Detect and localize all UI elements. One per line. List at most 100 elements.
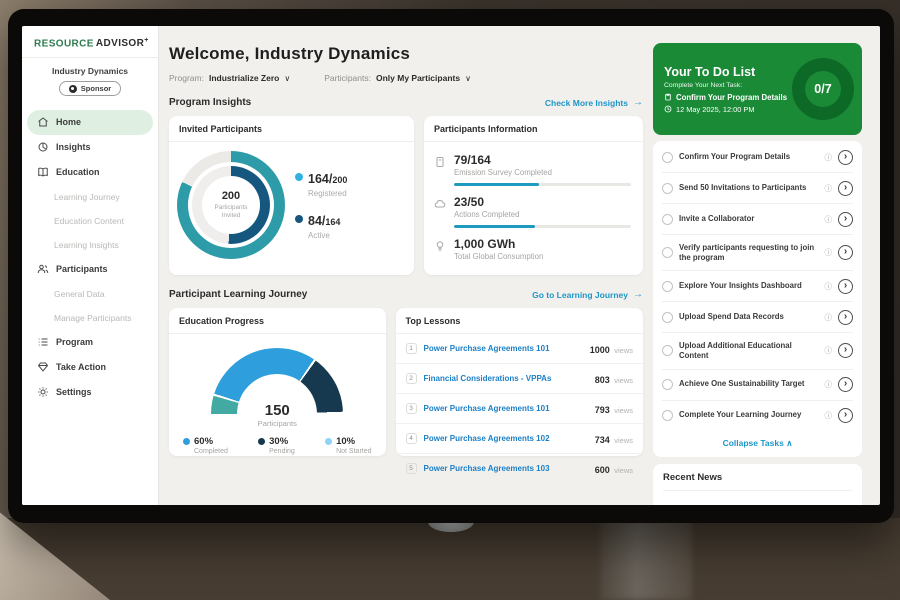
sidebar-item-education[interactable]: Education: [27, 160, 153, 185]
learning-cards-row: Education Progress 150 Participants 60% …: [169, 308, 643, 456]
check-more-insights-link[interactable]: Check More Insights →: [545, 97, 643, 108]
task-checkbox[interactable]: [662, 345, 673, 356]
sidebar-item-take-action[interactable]: Take Action: [27, 355, 153, 380]
task-checkbox[interactable]: [662, 379, 673, 390]
task-checkbox[interactable]: [662, 410, 673, 421]
participants-filter[interactable]: Participants: Only My Participants ∨: [324, 73, 471, 83]
chevron-down-icon: ∨: [284, 74, 290, 83]
recent-news-title: Recent News: [663, 472, 852, 491]
todo-subtitle: Complete Your Next Task:: [664, 82, 792, 89]
sidebar-item-participants[interactable]: Participants: [27, 257, 153, 282]
lesson-rank: 2: [406, 373, 417, 384]
lesson-rank: 3: [406, 403, 417, 414]
book-icon: [37, 166, 49, 178]
info-icon: ⓘ: [825, 183, 833, 194]
page-title: Welcome, Industry Dynamics: [169, 44, 643, 64]
sponsor-badge[interactable]: Sponsor: [59, 81, 121, 96]
todo-progress-ring: 0/7: [792, 58, 854, 120]
task-row[interactable]: Explore Your Insights Dashboard ⓘ ›: [662, 271, 853, 302]
insights-icon: [37, 141, 49, 153]
lightbulb-icon: [434, 240, 446, 252]
task-checkbox[interactable]: [662, 312, 673, 323]
lesson-row: 2 Financial Considerations - VPPAs 803 v…: [396, 364, 643, 394]
progress-bar: [454, 183, 631, 186]
legend-dot: [295, 173, 303, 181]
task-chevron-button[interactable]: ›: [838, 310, 853, 325]
chevron-down-icon: ∨: [465, 74, 471, 83]
lesson-link[interactable]: Financial Considerations - VPPAs: [424, 374, 588, 383]
task-checkbox[interactable]: [662, 214, 673, 225]
sidebar-item-home[interactable]: Home: [27, 110, 153, 135]
program-insights-header: Program Insights Check More Insights →: [169, 97, 643, 108]
app-logo: RESOURCEADVISOR+: [22, 26, 158, 58]
lesson-rank: 1: [406, 343, 417, 354]
task-row[interactable]: Upload Spend Data Records ⓘ ›: [662, 302, 853, 333]
legend-item-active: 84/164 Active: [295, 212, 347, 240]
filter-bar: Program: Industrialize Zero ∨ Participan…: [169, 73, 643, 83]
sidebar-item-general-data[interactable]: General Data: [27, 282, 153, 306]
task-row[interactable]: Upload Additional Educational Content ⓘ …: [662, 333, 853, 369]
progress-bar: [454, 225, 631, 228]
sidebar-item-learning-journey[interactable]: Learning Journey: [27, 185, 153, 209]
task-chevron-button[interactable]: ›: [838, 377, 853, 392]
lesson-link[interactable]: Power Purchase Agreements 103: [424, 464, 588, 473]
logo-plus: +: [144, 37, 149, 44]
main-content: Welcome, Industry Dynamics Program: Indu…: [159, 26, 651, 505]
lesson-link[interactable]: Power Purchase Agreements 101: [424, 344, 583, 353]
sidebar-item-program[interactable]: Program: [27, 330, 153, 355]
todo-progress-value: 0/7: [814, 82, 831, 96]
task-checkbox[interactable]: [662, 247, 673, 258]
task-chevron-button[interactable]: ›: [838, 181, 853, 196]
sidebar-item-insights[interactable]: Insights: [27, 135, 153, 160]
participants-icon: [37, 263, 49, 275]
sidebar-item-learning-insights[interactable]: Learning Insights: [27, 233, 153, 257]
task-chevron-button[interactable]: ›: [838, 150, 853, 165]
task-chevron-button[interactable]: ›: [838, 245, 853, 260]
donut-ring-outer: 200 Participants Invited: [177, 151, 285, 259]
task-checkbox[interactable]: [662, 152, 673, 163]
task-row[interactable]: Achieve One Sustainability Target ⓘ ›: [662, 370, 853, 401]
task-checkbox[interactable]: [662, 281, 673, 292]
chevron-up-icon: ∧: [786, 438, 792, 448]
task-row[interactable]: Invite a Collaborator ⓘ ›: [662, 204, 853, 235]
metric-global-consumption: 1,000 GWh Total Global Consumption: [434, 232, 631, 265]
info-icon: ⓘ: [825, 312, 833, 323]
todo-next-task: Confirm Your Program Details: [664, 93, 792, 102]
arrow-right-icon: →: [633, 97, 643, 108]
sidebar-item-settings[interactable]: Settings: [27, 380, 153, 405]
org-header: Industry Dynamics Sponsor: [22, 58, 158, 102]
take-action-icon: [37, 361, 49, 373]
todo-title: Your To Do List: [664, 65, 792, 79]
task-chevron-button[interactable]: ›: [838, 279, 853, 294]
lesson-row: 1 Power Purchase Agreements 101 1000 vie…: [396, 334, 643, 364]
tasks-list-card: Confirm Your Program Details ⓘ › Send 50…: [653, 141, 862, 457]
metric-actions-completed: 23/50 Actions Completed: [434, 190, 631, 232]
collapse-tasks-link[interactable]: Collapse Tasks ∧: [662, 431, 853, 455]
donut-center-label: Participants Invited: [209, 204, 253, 220]
task-chevron-button[interactable]: ›: [838, 212, 853, 227]
lesson-link[interactable]: Power Purchase Agreements 102: [424, 434, 588, 443]
clock-icon: [664, 105, 672, 113]
lesson-link[interactable]: Power Purchase Agreements 101: [424, 404, 588, 413]
task-row[interactable]: Confirm Your Program Details ⓘ ›: [662, 142, 853, 173]
metric-emission-survey: 79/164 Emission Survey Completed: [434, 148, 631, 190]
task-checkbox[interactable]: [662, 183, 673, 194]
legend-dot: [325, 438, 332, 445]
section-title-learning-journey: Participant Learning Journey: [169, 289, 307, 300]
program-filter[interactable]: Program: Industrialize Zero ∨: [169, 73, 290, 83]
legend-item-pending: 30% Pending: [258, 436, 295, 455]
clipboard-icon: [664, 93, 672, 101]
info-icon: ⓘ: [825, 247, 833, 258]
monitor-bezel: RESOURCEADVISOR+ Industry Dynamics Spons…: [8, 9, 894, 523]
sidebar-nav: Home Insights Education Learning Journey…: [22, 110, 158, 405]
task-row[interactable]: Send 50 Invitations to Participants ⓘ ›: [662, 173, 853, 204]
task-row[interactable]: Verify participants requesting to join t…: [662, 235, 853, 271]
sidebar-item-education-content[interactable]: Education Content: [27, 209, 153, 233]
task-chevron-button[interactable]: ›: [838, 343, 853, 358]
sidebar-item-manage-participants[interactable]: Manage Participants: [27, 306, 153, 330]
info-icon: ⓘ: [825, 281, 833, 292]
task-row[interactable]: Complete Your Learning Journey ⓘ ›: [662, 401, 853, 431]
go-to-learning-journey-link[interactable]: Go to Learning Journey →: [532, 289, 643, 300]
legend-dot: [295, 215, 303, 223]
task-chevron-button[interactable]: ›: [838, 408, 853, 423]
